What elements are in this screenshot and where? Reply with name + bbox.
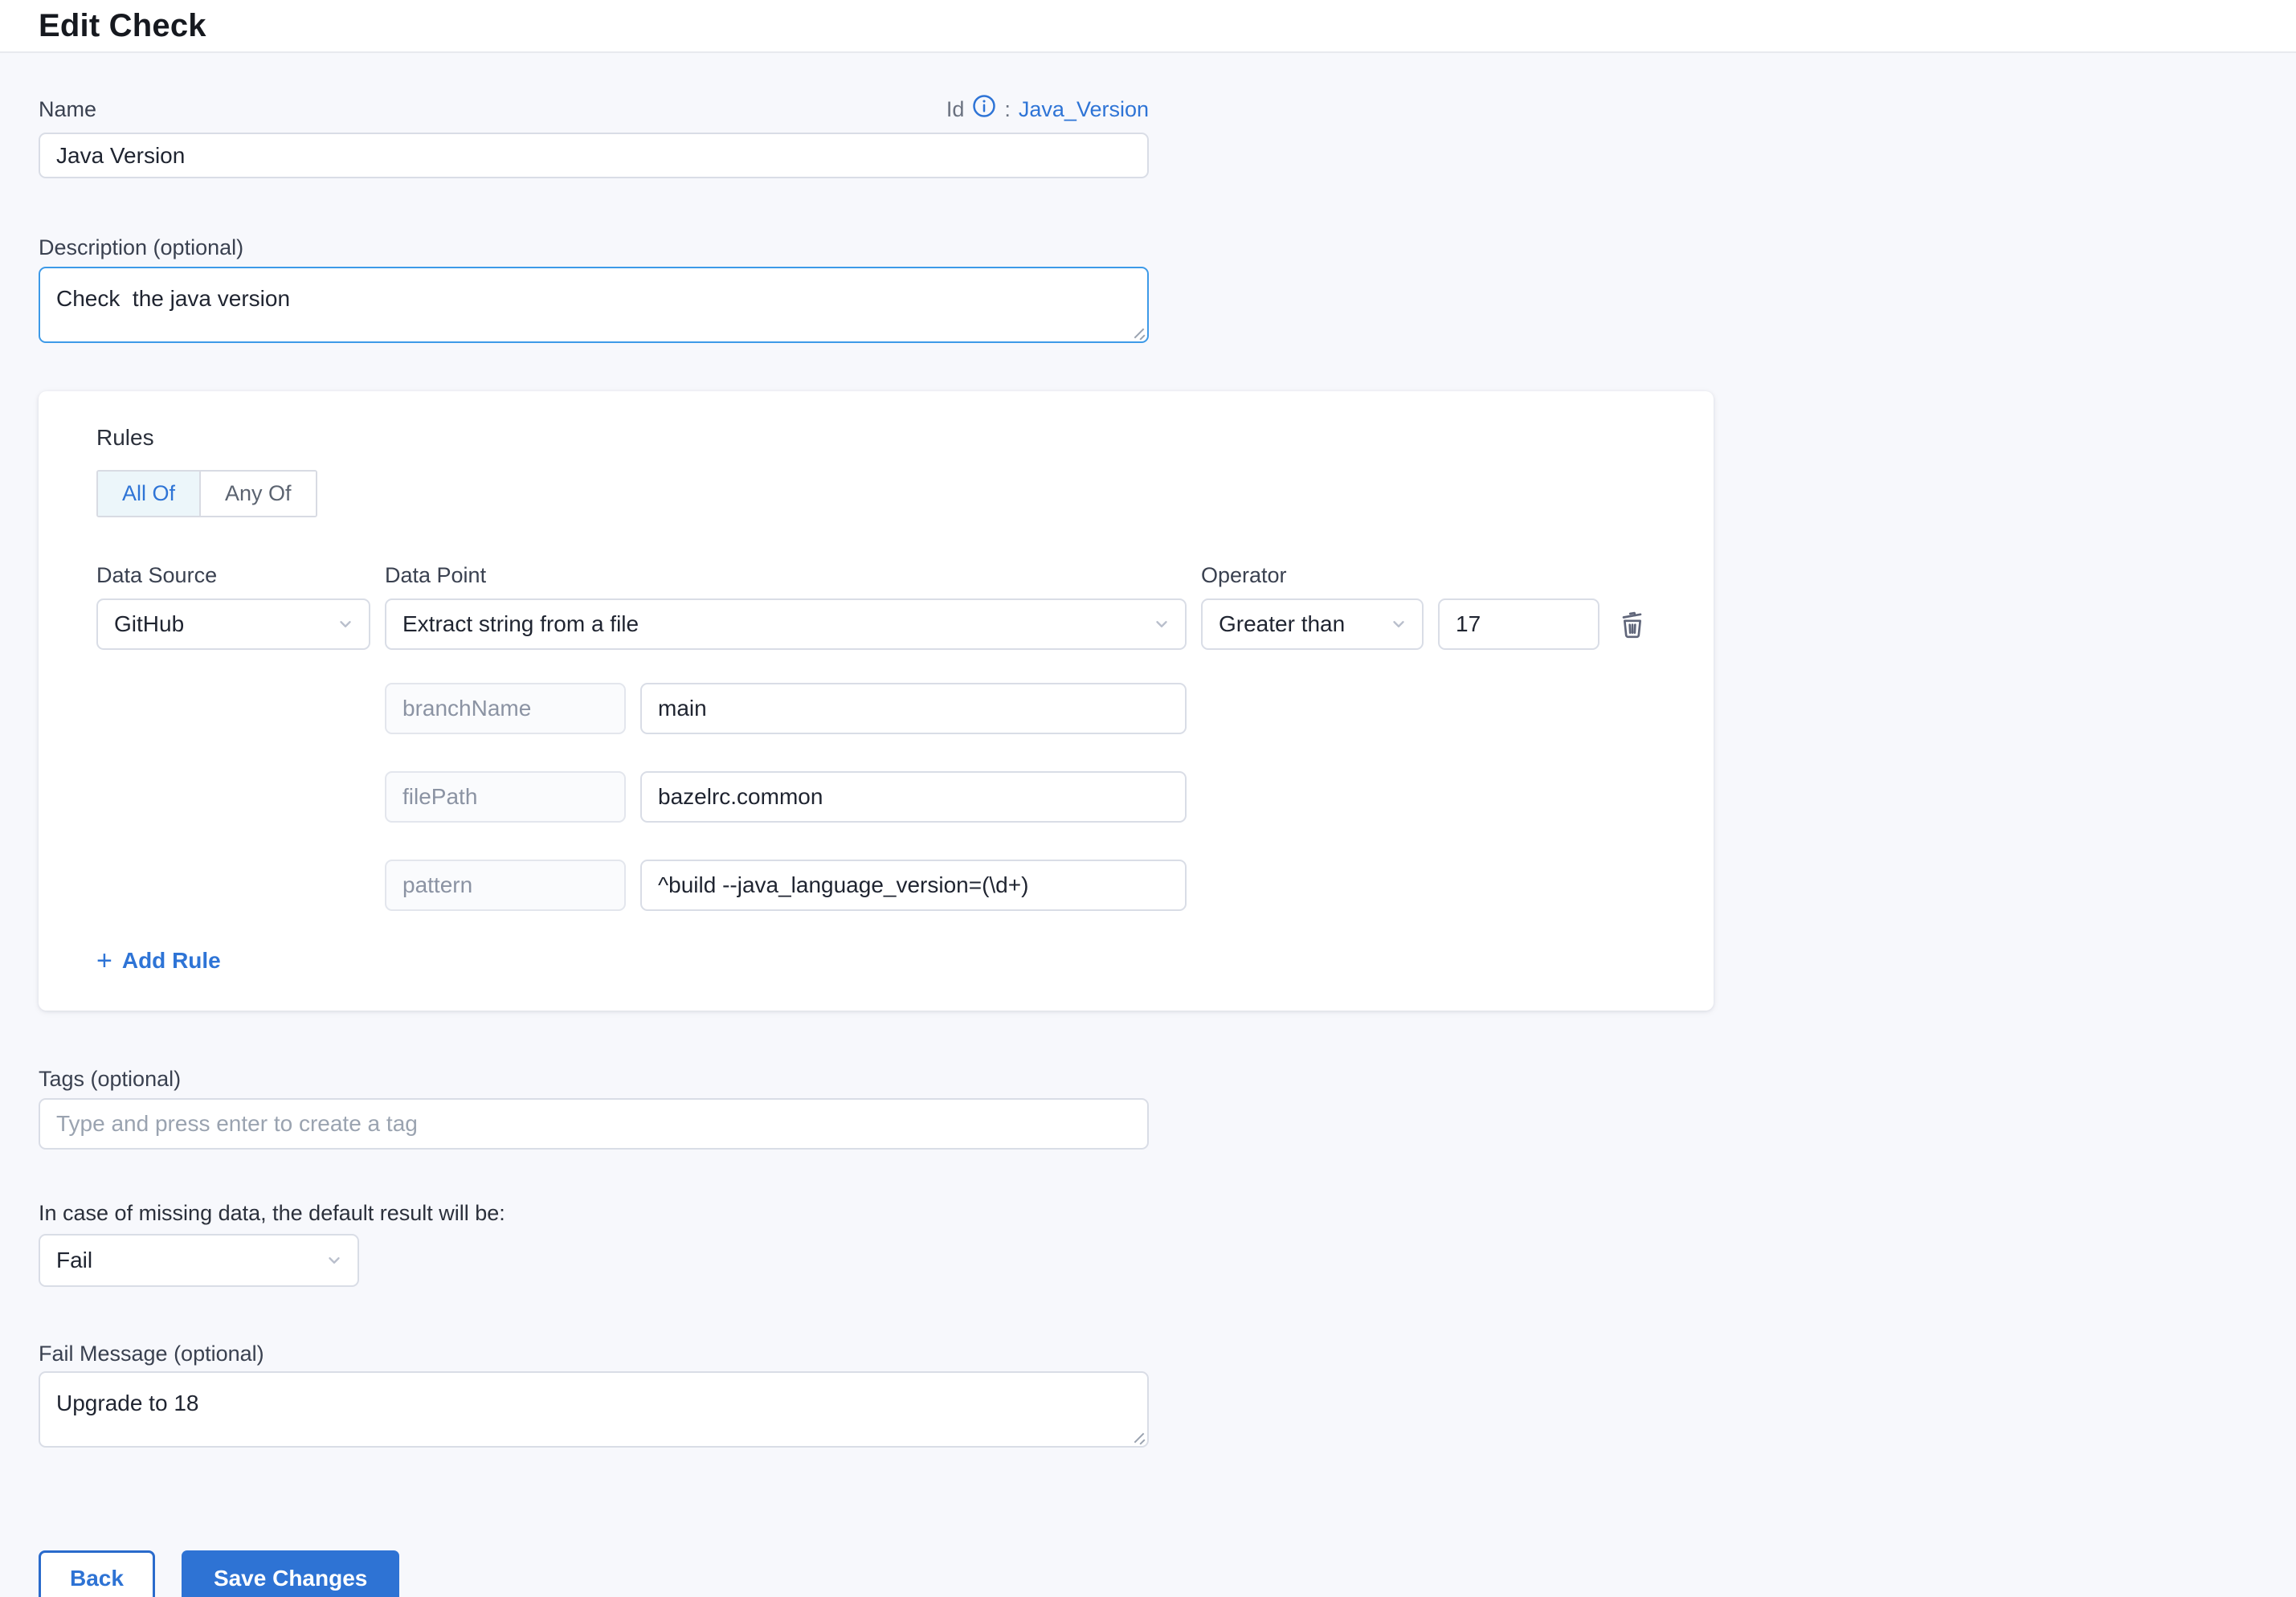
id-colon: : [1004, 97, 1011, 122]
chevron-down-icon [337, 615, 354, 633]
description-label: Description (optional) [39, 235, 1149, 260]
rule-column-labels: Data Source Data Point Operator [96, 563, 1675, 588]
operator-value-input[interactable] [1438, 598, 1599, 650]
chevron-down-icon [1390, 615, 1407, 633]
name-input[interactable] [39, 133, 1149, 178]
info-icon[interactable] [972, 94, 996, 118]
data-source-value: GitHub [114, 611, 184, 637]
save-changes-button[interactable]: Save Changes [182, 1550, 399, 1597]
page-title: Edit Check [39, 8, 206, 44]
rule-parameters: branchName filePath pattern [385, 683, 1675, 911]
fail-message-textarea[interactable]: Upgrade to 18 [39, 1371, 1149, 1448]
param-key-file-path: filePath [385, 771, 626, 823]
toggle-all-of[interactable]: All Of [98, 472, 199, 516]
fail-message-label: Fail Message (optional) [39, 1341, 1149, 1366]
edit-check-form: Name Id : Java_Version Description (opti… [0, 96, 2296, 1597]
id-label: Id [946, 97, 965, 122]
data-source-select[interactable]: GitHub [96, 598, 370, 650]
param-key-pattern: pattern [385, 860, 626, 911]
param-row-file-path: filePath [385, 771, 1675, 823]
back-button[interactable]: Back [39, 1550, 155, 1597]
description-textarea[interactable]: Check the java version [39, 267, 1149, 343]
tags-input[interactable] [39, 1098, 1149, 1150]
chevron-down-icon [325, 1252, 343, 1269]
data-source-label: Data Source [96, 563, 370, 588]
add-rule-label: Add Rule [122, 948, 221, 974]
data-point-label: Data Point [385, 563, 1187, 588]
rules-label: Rules [96, 425, 1675, 451]
param-value-pattern[interactable] [640, 860, 1187, 911]
plus-icon: + [96, 950, 112, 972]
trash-icon [1616, 608, 1648, 640]
rules-card: Rules All Of Any Of Data Source Data Poi… [39, 391, 1714, 1011]
operator-select[interactable]: Greater than [1201, 598, 1424, 650]
delete-rule-button[interactable] [1614, 606, 1651, 643]
data-point-value: Extract string from a file [402, 611, 639, 637]
param-value-file-path[interactable] [640, 771, 1187, 823]
operator-value: Greater than [1219, 611, 1345, 637]
chevron-down-icon [1153, 615, 1170, 633]
rules-mode-toggle: All Of Any Of [96, 470, 317, 517]
tags-label: Tags (optional) [39, 1066, 1149, 1092]
default-result-select[interactable]: Fail [39, 1234, 359, 1287]
check-id-line: Id : Java_Version [946, 97, 1149, 122]
param-row-branch-name: branchName [385, 683, 1675, 734]
form-actions: Back Save Changes [39, 1550, 2296, 1597]
operator-label: Operator [1201, 563, 1424, 588]
name-label: Name [39, 96, 96, 122]
toggle-any-of[interactable]: Any Of [199, 472, 316, 516]
data-point-select[interactable]: Extract string from a file [385, 598, 1187, 650]
param-key-branch-name: branchName [385, 683, 626, 734]
missing-data-label: In case of missing data, the default res… [39, 1201, 2296, 1226]
default-result-value: Fail [56, 1248, 92, 1273]
param-value-branch-name[interactable] [640, 683, 1187, 734]
param-row-pattern: pattern [385, 860, 1675, 911]
rule-row: GitHub Extract string from a file Greate… [96, 598, 1675, 650]
check-id-link[interactable]: Java_Version [1019, 97, 1149, 122]
page-header: Edit Check [0, 0, 2296, 53]
add-rule-button[interactable]: + Add Rule [96, 948, 221, 974]
